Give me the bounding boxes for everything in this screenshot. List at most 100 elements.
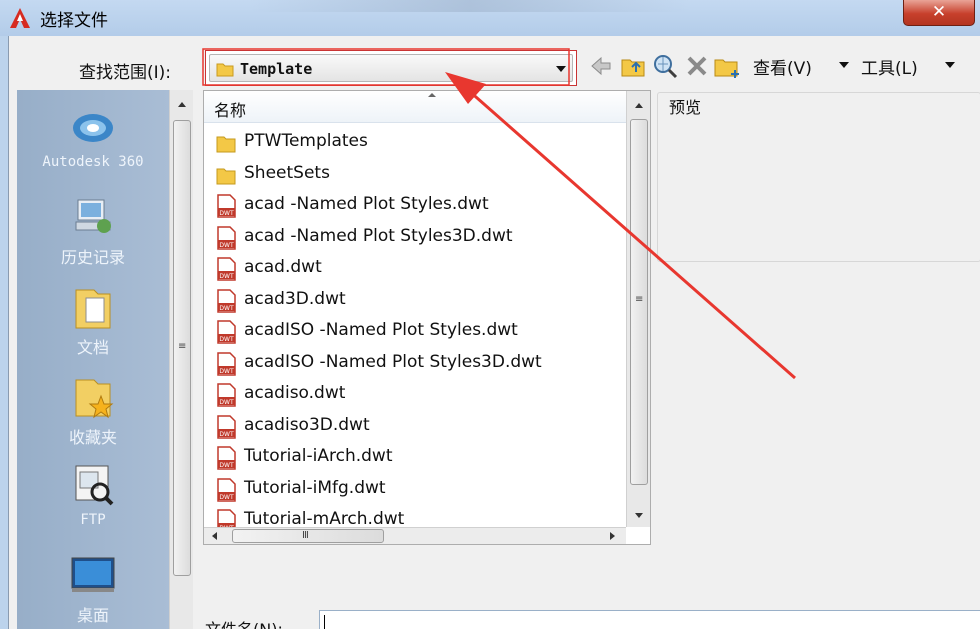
favorites-icon xyxy=(75,379,114,419)
cloud-icon xyxy=(73,114,113,142)
place-ftp[interactable]: FTP xyxy=(17,462,169,528)
views-dropdown-arrow[interactable] xyxy=(839,62,849,68)
views-menu[interactable]: 查看(V) xyxy=(753,54,812,79)
list-item[interactable]: DWT acad3D.dwt xyxy=(204,285,626,317)
grip-icon: ≡ xyxy=(178,341,187,352)
svg-text:DWT: DWT xyxy=(219,336,234,343)
list-item[interactable]: DWT acadISO -Named Plot Styles.dwt xyxy=(204,316,626,348)
svg-text:DWT: DWT xyxy=(219,368,234,375)
scroll-right-icon[interactable] xyxy=(610,532,615,540)
dwt-file-icon: DWT xyxy=(217,477,236,502)
file-name: Tutorial-iArch.dwt xyxy=(244,446,393,466)
text-cursor xyxy=(324,615,325,629)
file-name: acad.dwt xyxy=(244,257,322,277)
dwt-file-icon: DWT xyxy=(217,446,236,470)
file-list-vscrollbar[interactable]: ≡ xyxy=(626,91,650,527)
dwt-file-icon: DWT xyxy=(217,383,236,407)
search-web-icon[interactable] xyxy=(651,52,679,80)
place-favorites[interactable]: 收藏夹 xyxy=(17,374,169,448)
documents-icon xyxy=(75,289,111,329)
place-label: 桌面 xyxy=(76,606,109,625)
preview-label: 预览 xyxy=(665,94,706,118)
list-item[interactable]: DWT acad.dwt xyxy=(204,253,626,285)
places-bar: Autodesk 360 历史记录 文档 收藏夹 FTP 桌面 ≡ xyxy=(17,90,193,629)
svg-text:DWT: DWT xyxy=(219,399,234,406)
file-name: acadiso.dwt xyxy=(244,383,346,403)
dwt-file-icon: DWT xyxy=(217,414,236,439)
list-item[interactable]: DWT acadISO -Named Plot Styles3D.dwt xyxy=(204,348,626,380)
folder-icon xyxy=(216,63,234,77)
title-bar: 选择文件 ✕ xyxy=(0,0,980,36)
list-item[interactable]: DWT Tutorial-iMfg.dwt xyxy=(204,474,626,506)
preview-pane xyxy=(657,92,980,262)
back-icon[interactable] xyxy=(587,52,615,80)
file-list-hscrollbar[interactable]: Ⅲ xyxy=(204,527,626,544)
place-desktop[interactable]: 桌面 xyxy=(17,552,169,626)
new-folder-icon[interactable] xyxy=(713,52,741,80)
chevron-down-icon[interactable] xyxy=(556,66,566,72)
file-name: acadISO -Named Plot Styles.dwt xyxy=(244,320,518,340)
filename-label: 文件名(N): xyxy=(205,616,283,629)
svg-text:DWT: DWT xyxy=(219,462,234,469)
file-list[interactable]: 名称 PTWTemplates SheetSets DWT acad -Named P… xyxy=(203,90,651,545)
place-autodesk-360[interactable]: Autodesk 360 xyxy=(17,104,169,170)
history-icon xyxy=(75,199,111,233)
scroll-down-icon[interactable] xyxy=(635,513,643,518)
list-item[interactable]: PTWTemplates xyxy=(204,127,626,159)
window-title: 选择文件 xyxy=(40,11,108,31)
folder-icon xyxy=(216,168,236,184)
file-name: acad -Named Plot Styles.dwt xyxy=(244,194,489,214)
list-item[interactable]: DWT acadiso.dwt xyxy=(204,379,626,411)
delete-icon[interactable] xyxy=(683,52,711,80)
folder-icon xyxy=(216,136,236,153)
close-button[interactable]: ✕ xyxy=(903,0,975,26)
svg-text:DWT: DWT xyxy=(219,305,234,312)
svg-text:DWT: DWT xyxy=(219,273,234,280)
select-file-dialog: 查找范围(I): Template 查看(V) 工具(L) Autodesk 3… xyxy=(8,36,980,629)
file-name: Tutorial-mArch.dwt xyxy=(244,509,405,529)
dwt-file-icon: DWT xyxy=(217,194,236,218)
place-history[interactable]: 历史记录 xyxy=(17,194,169,268)
file-name: acad -Named Plot Styles3D.dwt xyxy=(244,225,513,246)
place-label: FTP xyxy=(80,512,106,528)
lookin-value: Template xyxy=(240,60,313,78)
svg-text:DWT: DWT xyxy=(219,431,234,438)
place-label: Autodesk 360 xyxy=(42,154,144,170)
list-item[interactable]: DWT acad -Named Plot Styles3D.dwt xyxy=(204,222,626,254)
dwt-file-icon: DWT xyxy=(217,225,236,250)
dwt-file-icon: DWT xyxy=(217,351,236,376)
file-rows: PTWTemplates SheetSets DWT acad -Named Plot… xyxy=(204,127,626,537)
column-header-name[interactable]: 名称 xyxy=(204,91,626,123)
list-item[interactable]: DWT acadiso3D.dwt xyxy=(204,411,626,443)
lookin-label: 查找范围(I): xyxy=(79,63,172,83)
place-label: 收藏夹 xyxy=(68,428,117,447)
file-name: acadiso3D.dwt xyxy=(244,414,370,435)
ftp-icon xyxy=(75,465,114,506)
place-label: 历史记录 xyxy=(60,248,125,267)
sort-ascending-icon xyxy=(428,93,436,97)
svg-text:DWT: DWT xyxy=(219,494,234,501)
grip-icon: ≡ xyxy=(635,294,644,305)
scroll-left-icon[interactable] xyxy=(212,532,217,540)
scroll-up-icon[interactable] xyxy=(635,103,643,108)
tools-dropdown-arrow[interactable] xyxy=(945,62,955,68)
dwt-file-icon: DWT xyxy=(217,257,236,281)
file-name: SheetSets xyxy=(244,162,330,183)
up-folder-icon[interactable] xyxy=(619,52,647,80)
column-name-label: 名称 xyxy=(214,101,247,120)
svg-text:DWT: DWT xyxy=(219,210,234,217)
file-name: acadISO -Named Plot Styles3D.dwt xyxy=(244,351,542,372)
file-name: PTWTemplates xyxy=(244,131,368,151)
place-documents[interactable]: 文档 xyxy=(17,284,169,358)
tools-menu[interactable]: 工具(L) xyxy=(861,54,918,79)
list-item[interactable]: SheetSets xyxy=(204,159,626,191)
list-item[interactable]: DWT acad -Named Plot Styles.dwt xyxy=(204,190,626,222)
desktop-icon xyxy=(71,557,115,592)
lookin-combobox[interactable]: Template xyxy=(205,50,577,86)
list-item[interactable]: DWT Tutorial-iArch.dwt xyxy=(204,442,626,474)
title-bar-blur xyxy=(250,0,690,12)
filename-input[interactable] xyxy=(319,610,980,629)
places-scrollbar[interactable]: ≡ xyxy=(169,90,193,629)
file-name: acad3D.dwt xyxy=(244,288,346,309)
scroll-up-icon[interactable] xyxy=(178,102,186,107)
